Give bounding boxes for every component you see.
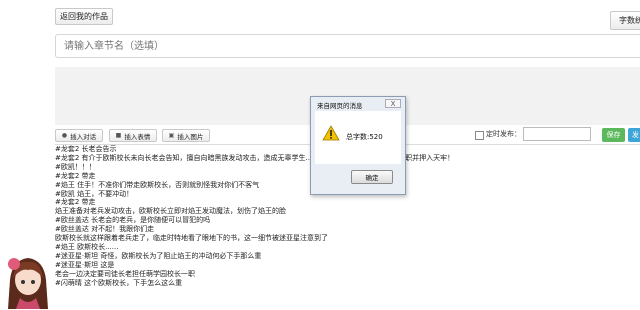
scheduled-publish-checkbox[interactable] <box>475 131 484 140</box>
scheduled-publish-time-input[interactable] <box>523 127 591 141</box>
content-line: 焰王准备对老兵发动攻击，欧斯校长立即对焰王发动魔法，划伤了焰王的脸 <box>55 207 286 216</box>
insert-dialogue-label: 插入对话 <box>70 132 97 141</box>
speech-bubble-icon: ● <box>61 132 68 139</box>
content-line: #欧丝盖达 对不起！我跟你们走 <box>55 225 155 234</box>
content-line: 老会一边决定要司徒长老担任萌学园校长一职 <box>55 269 195 278</box>
insert-image-button[interactable]: ▣ 插入图片 <box>162 129 210 142</box>
back-to-works-button[interactable]: 返回我的作品 <box>55 8 113 25</box>
content-line: #闪萌晴 这个欧斯校长，下手怎么这么重 <box>55 278 183 287</box>
insert-emoji-label: 插入表情 <box>124 132 151 141</box>
dialog-body: 总字数:520 <box>315 111 401 164</box>
insert-emoji-button[interactable]: ■ 插入表情 <box>109 129 157 142</box>
editor-page: 返回我的作品 字数统 ● 插入对话 ■ 插入表情 ▣ 插入图片 定时发布： 保存… <box>0 0 640 309</box>
dialog-message: 总字数:520 <box>346 133 383 141</box>
image-icon: ▣ <box>168 132 175 139</box>
save-button[interactable]: 保存 <box>602 128 625 142</box>
word-count-button[interactable]: 字数统 <box>610 11 640 30</box>
publish-button[interactable]: 发 <box>628 128 640 142</box>
warning-icon <box>322 125 340 141</box>
content-line: #欧丝盖达 长老会的老兵，是你随便可以冒犯的吗 <box>55 216 211 225</box>
insert-image-label: 插入图片 <box>177 132 204 141</box>
dialog-title: 来自网页的消息 <box>317 102 363 110</box>
insert-dialogue-button[interactable]: ● 插入对话 <box>55 129 103 142</box>
dialog-ok-button[interactable]: 确定 <box>351 170 393 184</box>
content-line: #迷亚星·斯坦 奇怪，欧斯校长为了阻止焰王的冲动何必下手那么重 <box>55 251 262 260</box>
character-avatar-image <box>8 258 48 309</box>
content-line: #迷亚星·斯坦 这是 <box>55 260 115 269</box>
content-line: #焰王 欧斯校长...... <box>55 242 119 251</box>
emoji-icon: ■ <box>115 132 122 139</box>
content-line: 欧斯校长就这样跟着老兵走了，临走时特地看了眼地下的书，这一细节被迷亚星注意到了 <box>55 234 328 243</box>
alert-dialog: 来自网页的消息 X 总字数:520 确定 <box>310 96 406 195</box>
content-line: #龙套2 带走 <box>55 198 96 207</box>
scheduled-publish-label: 定时发布： <box>486 130 521 138</box>
chapter-title-input[interactable] <box>55 34 640 58</box>
dialog-close-button[interactable]: X <box>385 99 401 108</box>
